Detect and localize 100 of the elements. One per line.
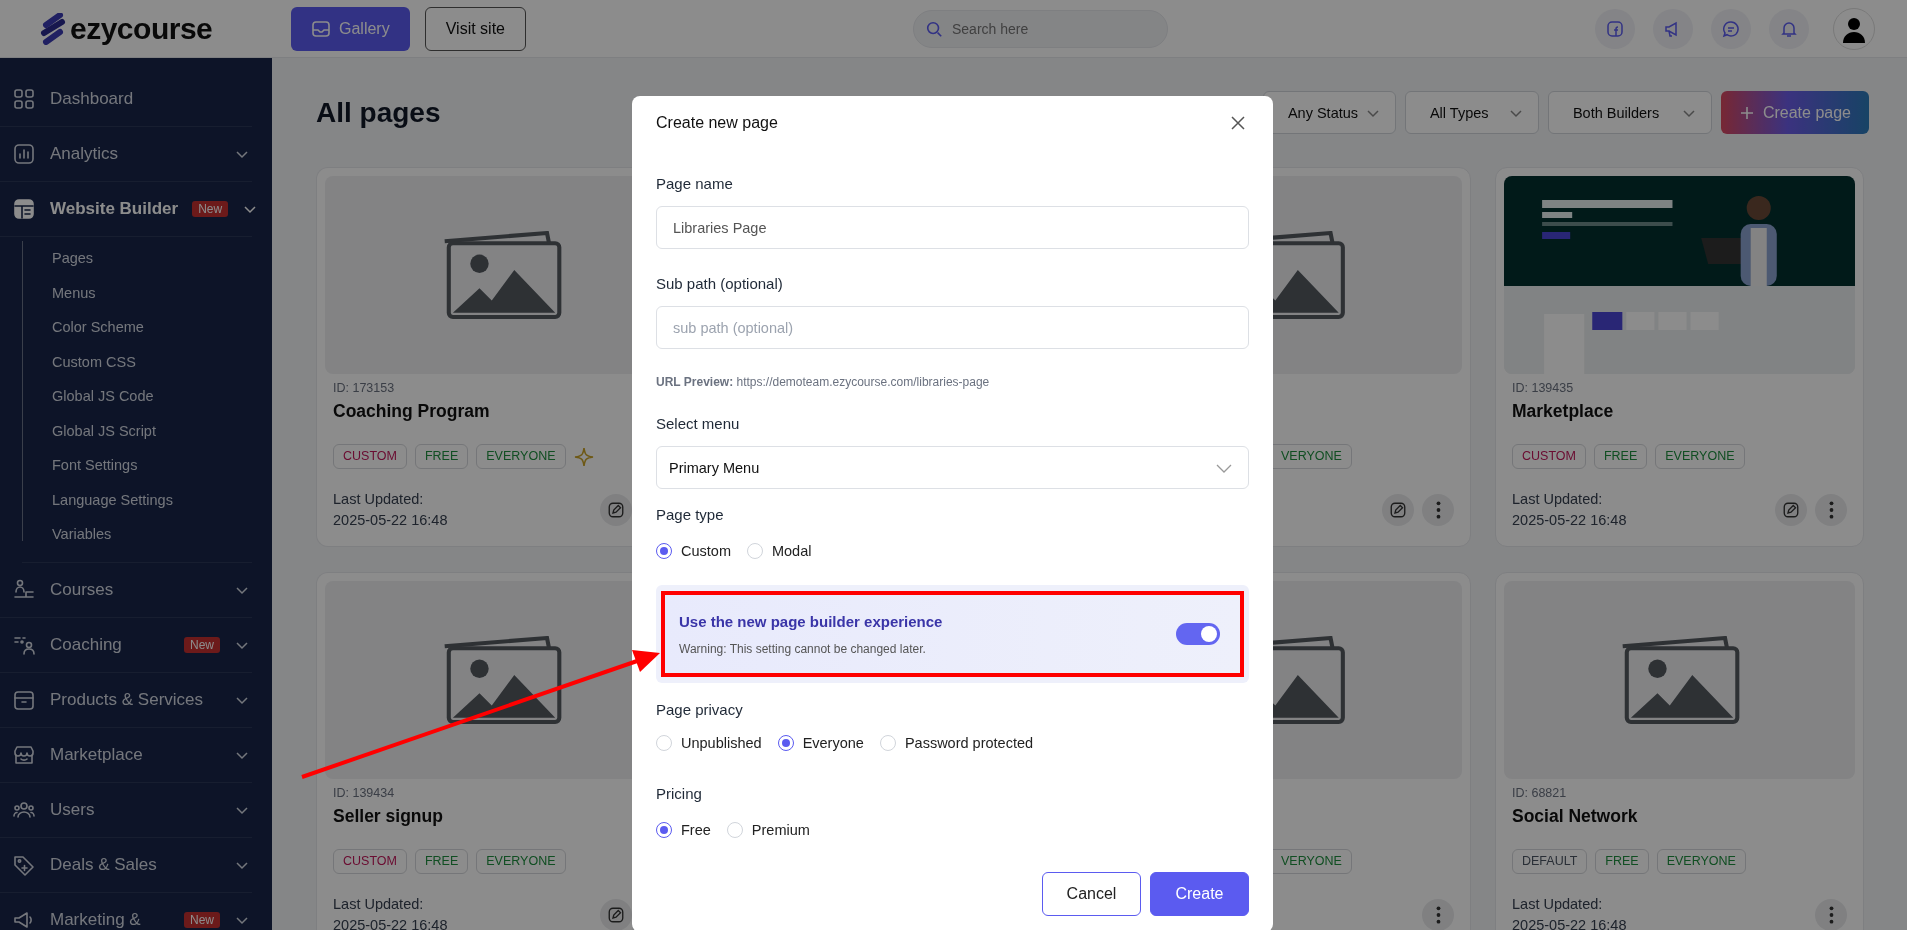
page-title: Coaching Program — [333, 401, 490, 421]
url-preview: URL Preview: https://demoteam.ezycourse.com/libraries-page — [656, 374, 990, 390]
tag: DEFAULT — [1512, 849, 1588, 874]
radio-option[interactable]: Password protected — [879, 735, 1034, 751]
builder-warning: Warning: This setting cannot be changed later. — [679, 641, 926, 656]
tag: CUSTOM — [333, 849, 407, 874]
edit-button[interactable] — [600, 899, 632, 930]
radio-option[interactable]: Free — [656, 822, 711, 838]
chat-icon — [1721, 18, 1741, 39]
updated-date: 2025-05-22 16:48 — [333, 511, 448, 530]
search-icon — [924, 19, 943, 38]
cancel-button[interactable]: Cancel — [1042, 872, 1141, 916]
sidebar-subitem[interactable]: Global JS Code — [22, 379, 154, 414]
edit-icon — [607, 906, 625, 924]
radio-option[interactable]: Unpublished — [656, 735, 762, 751]
edit-icon — [607, 501, 625, 519]
sidebar-subitem[interactable]: Variables — [22, 517, 112, 552]
edit-button[interactable] — [1775, 494, 1807, 526]
menu-select[interactable]: Primary Menu — [656, 446, 1249, 489]
edit-icon — [1389, 501, 1407, 519]
updated-date: 2025-05-22 16:48 — [1512, 916, 1627, 930]
more-button[interactable] — [1815, 494, 1847, 526]
facebook-button[interactable] — [1595, 8, 1635, 49]
logo-text: ezycourse — [70, 11, 213, 46]
tag: EVERYONE — [1655, 444, 1745, 469]
create-page-button[interactable]: Create page — [1720, 91, 1869, 134]
sidebar-item[interactable]: Website Builder New — [0, 182, 252, 237]
more-button[interactable] — [1815, 899, 1847, 930]
visit-site-button[interactable]: Visit site — [424, 6, 526, 51]
more-button[interactable] — [1422, 494, 1454, 526]
notifications-button[interactable] — [1769, 8, 1809, 49]
sidebar-item[interactable]: Dashboard — [0, 72, 252, 127]
page-id: ID: 139435 — [1512, 381, 1574, 395]
filter-dropdown[interactable]: All Types — [1404, 91, 1539, 134]
messages-button[interactable] — [1711, 8, 1751, 49]
sidebar-item[interactable]: Products & Services — [0, 672, 252, 728]
new-badge: New — [184, 636, 220, 653]
input-field[interactable]: Libraries Page — [656, 206, 1249, 249]
sidebar-subitem[interactable]: Custom CSS — [22, 344, 136, 379]
tag: FREE — [414, 849, 469, 874]
field-label: Sub path (optional) — [656, 274, 783, 294]
tag: FREE — [1595, 849, 1649, 874]
search-field[interactable]: Search here — [912, 9, 1168, 48]
sidebar-item[interactable]: Courses — [0, 562, 252, 618]
tag: EVERYONE — [476, 444, 566, 469]
radio-option[interactable]: Modal — [746, 543, 812, 559]
more-icon — [1435, 501, 1441, 519]
filter-dropdown[interactable]: Any Status — [1262, 91, 1396, 134]
more-icon — [1828, 906, 1834, 924]
gallery-button[interactable]: Gallery — [291, 6, 410, 51]
field-label: Select menu — [656, 414, 740, 434]
sidebar-item[interactable]: Marketplace — [0, 727, 252, 783]
new-badge: New — [184, 911, 220, 928]
field-label: Page type — [656, 505, 724, 525]
sidebar-item[interactable]: Users — [0, 782, 252, 838]
sidebar-subitem[interactable]: Color Scheme — [22, 310, 144, 345]
updated-label: Last Updated: — [333, 895, 424, 914]
avatar[interactable] — [1833, 7, 1875, 50]
sidebar-subitem[interactable]: Menus — [22, 275, 96, 310]
sidebar-subitem[interactable]: Global JS Script — [22, 413, 156, 448]
more-button[interactable] — [1422, 899, 1454, 930]
sidebar-item[interactable]: Coaching New — [0, 617, 252, 673]
tag: FREE — [1593, 444, 1648, 469]
chart-icon — [12, 142, 36, 166]
radio-option[interactable]: Custom — [656, 543, 731, 559]
edit-button[interactable] — [1382, 494, 1414, 526]
filter-dropdown[interactable]: Both Builders — [1547, 91, 1712, 134]
sidebar-item[interactable]: Marketing & New — [0, 892, 252, 930]
logo-icon — [40, 12, 66, 45]
page-card[interactable]: ID: 139434 Seller signup CUSTOM FREE EVERYONE Last Updated: 2025-05-22 16:48 — [316, 572, 632, 930]
page-id: ID: 139434 — [333, 786, 395, 800]
gallery-icon — [311, 18, 331, 39]
tag: EVERYONE — [476, 849, 566, 874]
page-title: Seller signup — [333, 806, 443, 826]
builder-toggle[interactable] — [1176, 623, 1220, 645]
sidebar-item[interactable]: Deals & Sales — [0, 837, 252, 893]
field-label: Page name — [656, 174, 733, 194]
sidebar-item[interactable]: Analytics — [0, 127, 252, 182]
new-badge: New — [192, 201, 229, 217]
announcements-button[interactable] — [1653, 8, 1693, 49]
radio-option[interactable]: Premium — [726, 822, 810, 838]
sidebar-subitem[interactable]: Pages — [22, 241, 94, 276]
page-id: ID: 68821 — [1512, 786, 1567, 800]
page-card[interactable]: ID: 139435 Marketplace CUSTOM FREE EVERYONE Last Updated: 2025-05-22 16:48 — [1495, 167, 1864, 547]
updated-date: 2025-05-22 16:48 — [333, 916, 448, 930]
radio-option[interactable]: Everyone — [777, 735, 864, 751]
page-card[interactable]: ID: 173153 Coaching Program CUSTOM FREE EVERYONE Last Updated: 2025-05-22 16:48 — [316, 167, 632, 547]
sidebar-subitem[interactable]: Font Settings — [22, 448, 138, 483]
builder-title: Use the new page builder experience — [679, 612, 943, 630]
field-label: Page privacy — [656, 700, 743, 720]
input-field[interactable]: sub path (optional) — [656, 306, 1249, 349]
create-button[interactable]: Create — [1150, 872, 1249, 916]
facebook-icon — [1605, 18, 1625, 39]
sidebar-subitem[interactable]: Language Settings — [22, 482, 173, 517]
edit-button[interactable] — [600, 494, 632, 526]
updated-label: Last Updated: — [333, 490, 424, 509]
page-title: Marketplace — [1512, 401, 1614, 421]
page-card[interactable]: ID: 68821 Social Network DEFAULT FREE EVERYONE Last Updated: 2025-05-22 16:48 — [1495, 572, 1864, 930]
field-label: Pricing — [656, 784, 702, 804]
tag: CUSTOM — [333, 444, 407, 469]
